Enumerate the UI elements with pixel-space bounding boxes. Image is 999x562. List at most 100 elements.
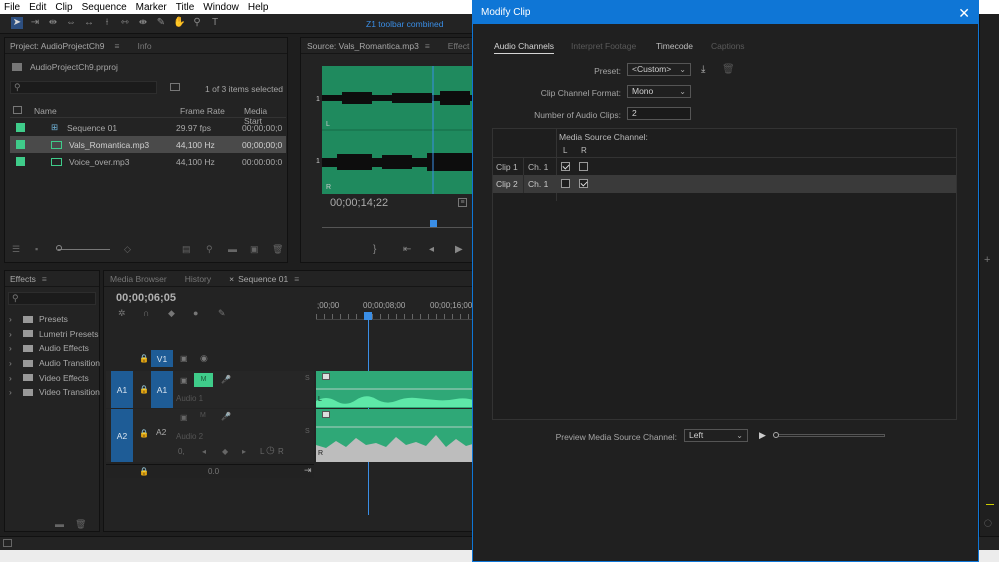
pen-icon[interactable]: ✎	[155, 17, 167, 29]
clip2-right-checkbox[interactable]	[579, 179, 588, 188]
clip1-left-checkbox[interactable]	[561, 162, 570, 171]
new-bin-icon[interactable]	[170, 83, 180, 91]
meter-solo-icon[interactable]: ◯	[984, 519, 992, 527]
lock-icon[interactable]: 🔒	[139, 354, 149, 363]
source-time-ruler[interactable]	[322, 220, 475, 228]
microphone-icon[interactable]: 🎤	[221, 412, 231, 421]
trash-icon[interactable]: 🗑	[75, 519, 86, 530]
tab-audio-channels[interactable]: Audio Channels	[494, 41, 555, 54]
rate-stretch-icon[interactable]: ↔	[83, 17, 95, 29]
menu-help[interactable]: Help	[248, 2, 269, 13]
audio-clip-a2[interactable]: R	[316, 409, 476, 462]
wrench-icon[interactable]: ✎	[218, 308, 226, 319]
tab-interpret-footage[interactable]: Interpret Footage	[571, 41, 636, 51]
add-keyframe-icon[interactable]: ◆	[222, 447, 228, 456]
sync-lock-icon[interactable]: ▣	[180, 413, 188, 422]
hand-icon[interactable]: ✋	[173, 17, 185, 29]
slide-icon[interactable]: ⇼	[137, 17, 149, 29]
panel-menu-icon[interactable]: ≡	[115, 41, 120, 51]
ripple-edit-icon[interactable]: ⇹	[47, 17, 59, 29]
rolling-edit-icon[interactable]: ⇔	[65, 17, 77, 29]
lock-icon[interactable]: 🔒	[139, 467, 149, 476]
project-search-input[interactable]: ⚲	[10, 81, 157, 94]
project-item[interactable]: ⊞ Sequence 01 29.97 fps 00;00;00;0	[10, 119, 286, 136]
tab-history[interactable]: History	[185, 274, 211, 284]
workspace-label[interactable]: Z1 toolbar combined	[366, 19, 444, 29]
menu-title[interactable]: Title	[176, 2, 195, 13]
tab-project[interactable]: Project: AudioProjectCh9	[10, 41, 105, 51]
source-playhead-handle[interactable]	[430, 220, 437, 227]
preset-dropdown[interactable]: <Custom> ⌄	[627, 63, 691, 76]
menu-edit[interactable]: Edit	[29, 2, 46, 13]
eye-icon[interactable]: ◉	[200, 353, 208, 364]
solo-button[interactable]: S	[305, 375, 310, 382]
tab-timecode[interactable]: Timecode	[656, 41, 693, 51]
zoom-slider-handle[interactable]	[56, 245, 62, 251]
preview-channel-dropdown[interactable]: Left ⌄	[684, 429, 748, 442]
source-timecode[interactable]: 00;00;14;22	[330, 197, 388, 209]
sync-lock-icon[interactable]: ▣	[180, 354, 188, 363]
panel-menu-icon[interactable]: ≡	[425, 41, 430, 51]
mute-button[interactable]: M	[200, 412, 206, 419]
track-target-a1[interactable]: A1	[151, 371, 173, 408]
effects-folder[interactable]: › Video Effects	[7, 370, 101, 385]
tab-captions[interactable]: Captions	[711, 41, 745, 51]
clip2-left-checkbox[interactable]	[561, 179, 570, 188]
effects-folder[interactable]: › Presets	[7, 312, 101, 327]
add-marker-icon[interactable]: ◆	[168, 308, 175, 319]
lock-icon[interactable]: 🔒	[139, 385, 149, 394]
tab-media-browser[interactable]: Media Browser	[110, 274, 167, 284]
effects-folder[interactable]: › Audio Transition	[7, 356, 101, 371]
prev-keyframe-icon[interactable]: ◂	[202, 447, 206, 456]
add-button-icon[interactable]: +	[984, 254, 990, 266]
new-bin-button-icon[interactable]: ▬	[228, 244, 237, 254]
slip-icon[interactable]: ⇿	[119, 17, 131, 29]
menu-window[interactable]: Window	[203, 2, 239, 13]
trash-icon[interactable]: 🗑	[272, 244, 283, 255]
track-target-v1[interactable]: V1	[151, 350, 173, 367]
next-keyframe-icon[interactable]: ▸	[242, 447, 246, 456]
find-icon[interactable]: ⚲	[206, 244, 213, 255]
effects-folder[interactable]: › Video Transition	[7, 385, 101, 400]
microphone-icon[interactable]: 🎤	[221, 375, 231, 384]
play-icon[interactable]: ▶	[455, 244, 463, 255]
pan-knob-icon[interactable]: ◷	[266, 445, 275, 456]
list-view-button-icon[interactable]: ☰	[12, 244, 20, 255]
menu-file[interactable]: File	[4, 2, 20, 13]
save-preset-icon[interactable]: ⤓	[701, 64, 705, 75]
panel-menu-icon[interactable]: ≡	[42, 274, 47, 284]
linked-selection-icon[interactable]: ∩	[143, 308, 149, 318]
close-tab-icon[interactable]: ×	[229, 274, 234, 284]
zoom-slider[interactable]	[58, 249, 110, 250]
settings-icon[interactable]: ≡	[458, 198, 467, 207]
selection-tool-icon[interactable]: ➤	[11, 17, 23, 29]
master-volume-value[interactable]: 0.0	[208, 467, 219, 476]
preview-play-icon[interactable]: ▶	[759, 430, 766, 441]
automate-icon[interactable]: ▤	[182, 244, 191, 255]
preview-scrub-handle[interactable]	[773, 432, 779, 438]
timeline-timecode[interactable]: 00;00;06;05	[116, 292, 176, 304]
menu-clip[interactable]: Clip	[55, 2, 72, 13]
track-select-icon[interactable]: ⇥	[29, 17, 41, 29]
zoom-icon[interactable]: ⚲	[191, 17, 203, 29]
snap-icon[interactable]: ✲	[118, 308, 126, 319]
timeline-ruler[interactable]: ;00;00 00;00;08;00 00;00;16;00	[316, 292, 476, 320]
delete-preset-icon[interactable]: 🗑	[722, 64, 735, 75]
marker-icon[interactable]: ●	[193, 308, 198, 318]
col-name[interactable]: Name	[34, 106, 57, 116]
tab-effects[interactable]: Effects	[10, 274, 36, 284]
col-frame-rate[interactable]: Frame Rate	[180, 106, 225, 116]
tab-info[interactable]: Info	[137, 41, 151, 51]
sync-lock-icon[interactable]: ▣	[180, 376, 188, 385]
panel-menu-icon[interactable]: ≡	[294, 274, 299, 284]
project-item[interactable]: Voice_over.mp3 44,100 Hz 00:00:00:0	[10, 153, 286, 170]
go-to-in-icon[interactable]: ⇤	[403, 244, 411, 255]
sort-icon[interactable]: ◇	[124, 244, 131, 255]
source-patch-a1[interactable]: A1	[111, 371, 133, 408]
effects-search-input[interactable]: ⚲	[8, 292, 96, 305]
mark-out-icon[interactable]: }	[373, 244, 376, 255]
number-of-clips-input[interactable]: 2	[627, 107, 691, 120]
effects-folder[interactable]: › Audio Effects	[7, 341, 101, 356]
go-to-end-icon[interactable]: ⇥	[304, 465, 312, 476]
close-icon[interactable]: ✕	[958, 6, 970, 20]
